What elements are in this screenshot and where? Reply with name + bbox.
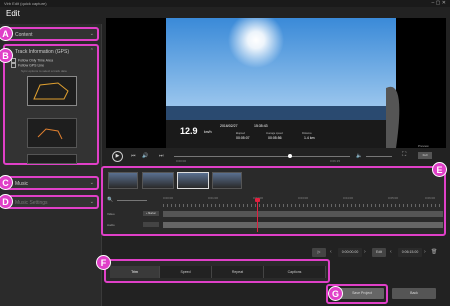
music-settings-label: Music Settings [15,200,48,206]
date-readout: 2016/02/27 [220,124,238,128]
audio-track-toggle[interactable] [143,222,159,227]
video-track-label: Video [107,212,115,216]
save-project-button[interactable]: Save Project [340,288,384,299]
content-section[interactable]: Content ⌄ [3,27,99,41]
ruler-tick: 0:05:00 [388,196,399,200]
gps-track-thumb-1[interactable] [27,76,77,106]
distance-label: Distance [302,132,312,135]
gps-track-thumb-3[interactable] [27,154,77,164]
edit-tabs: Trim Speed Repeat Captions [104,259,330,283]
music-label: Music [15,181,29,187]
tab-repeat[interactable]: Repeat [212,266,264,278]
zoom-icon[interactable]: 🔍 [107,197,113,203]
clip-thumb-2[interactable] [142,172,174,189]
chevron-left-icon[interactable]: ‹ [330,249,332,255]
ruler-tick: 0:06:00 [425,196,436,200]
play-icon[interactable]: ▶ [112,151,123,162]
scrubber-handle[interactable] [288,154,292,158]
average-readout: 00:05:56 [268,136,282,140]
playhead-handle[interactable] [255,198,260,202]
chevron-down-icon: ⌄ [89,31,94,37]
add-marker-button[interactable]: + Marker [143,211,159,216]
tab-speed[interactable]: Speed [160,266,212,278]
badge-e: E [432,162,447,177]
trash-icon[interactable]: 🗑 [431,249,437,255]
step-forward-icon[interactable]: ⏭ [159,153,164,159]
step-back-icon[interactable]: ⏮ [131,153,136,159]
track-note: Sync options to select a track data [21,68,67,73]
clock-readout: 15:35:43 [254,124,268,128]
track-info-label: Track Information (GPS) [15,49,69,55]
time-start: 0:00:00 [176,159,187,163]
chevron-down-icon: ⌄ [89,180,94,186]
time-end: 0:06:15 [330,159,341,163]
ruler-tick: 0:00:00 [163,196,174,200]
speed-readout: 12.9 [180,126,198,136]
ruler-ticks [163,204,443,207]
first-frame-button[interactable]: |< [312,248,326,257]
average-speed-label: Average speed [266,132,283,135]
timeline-section: 🔍 0:00:00 0:01:00 0:02:00 0:03:00 0:04:0… [101,166,446,236]
badge-f: F [96,255,111,270]
volume-slider[interactable] [366,156,392,157]
start-time-field[interactable]: 0:00:00.00 [338,248,362,257]
window-title-bar: Virb Edit (quick capture) [0,0,450,7]
map-route-icon [33,82,69,100]
clip-thumb-4[interactable] [212,172,242,189]
speed-unit: km/h [204,130,212,134]
chevron-right-icon[interactable]: › [424,249,426,255]
audio-track-label: Audio [107,223,115,227]
window-controls[interactable]: – ▢ ✕ [432,0,446,6]
ruler-tick: 0:03:00 [298,196,309,200]
back-button[interactable]: Back [392,288,436,299]
distance-readout: 1.4 km [304,136,315,140]
tab-captions[interactable]: Captions [264,266,326,278]
gps-track-thumb-2[interactable] [27,118,77,148]
playback-controls: ▶ ⏮ 🔊 ⏭ 0:00:00 0:06:15 🔈 ⛶ Preview Full [104,144,450,164]
clip-thumb-1[interactable] [108,172,138,189]
content-label: Content [15,32,33,38]
full-button[interactable]: Full [418,152,432,159]
chevron-right-icon[interactable]: › [364,249,366,255]
volume-icon[interactable]: 🔊 [142,153,148,159]
preview-label: Preview [418,144,429,148]
video-frame [166,18,400,148]
time-navigation: |< ‹ 0:00:00.00 › Edit ‹ 0:06:15.00 › 🗑 [300,248,440,258]
map-route-icon [37,128,63,140]
page-title: Edit [6,9,20,18]
video-preview[interactable]: 12.9 km/h 2016/02/27 15:35:43 Elapsed 00… [106,18,446,148]
timeline-ruler: 0:00:00 0:01:00 0:02:00 0:03:00 0:04:00 … [163,196,443,202]
window-title: Virb Edit (quick capture) [4,1,47,6]
elapsed-label: Elapsed [236,132,246,135]
clip-thumb-3[interactable] [177,172,209,189]
volume-icon[interactable]: 🔈 [356,153,362,159]
timeline-playhead[interactable] [257,198,258,232]
ruler-tick: 0:01:00 [208,196,219,200]
playback-scrubber[interactable] [174,156,350,157]
chevron-down-icon: ⌄ [89,199,94,205]
chevron-left-icon[interactable]: ‹ [390,249,392,255]
chevron-up-icon: ⌃ [89,48,94,54]
music-section[interactable]: Music ⌄ [3,176,99,190]
fullscreen-icon[interactable]: ⛶ [402,152,406,159]
end-time-field[interactable]: 0:06:15.00 [398,248,422,257]
track-info-section[interactable]: Track Information (GPS) ⌃ Follow Only Ti… [3,44,99,165]
audio-track[interactable] [163,222,443,228]
zoom-slider[interactable] [117,200,147,201]
ruler-tick: 0:04:00 [343,196,354,200]
badge-g: G [328,286,343,301]
music-settings-section[interactable]: Music Settings ⌄ [3,195,99,209]
tab-trim[interactable]: Trim [110,266,160,278]
edit-button[interactable]: Edit [372,248,386,257]
video-track[interactable] [163,211,443,217]
elapsed-readout: 00:05:07 [236,136,250,140]
